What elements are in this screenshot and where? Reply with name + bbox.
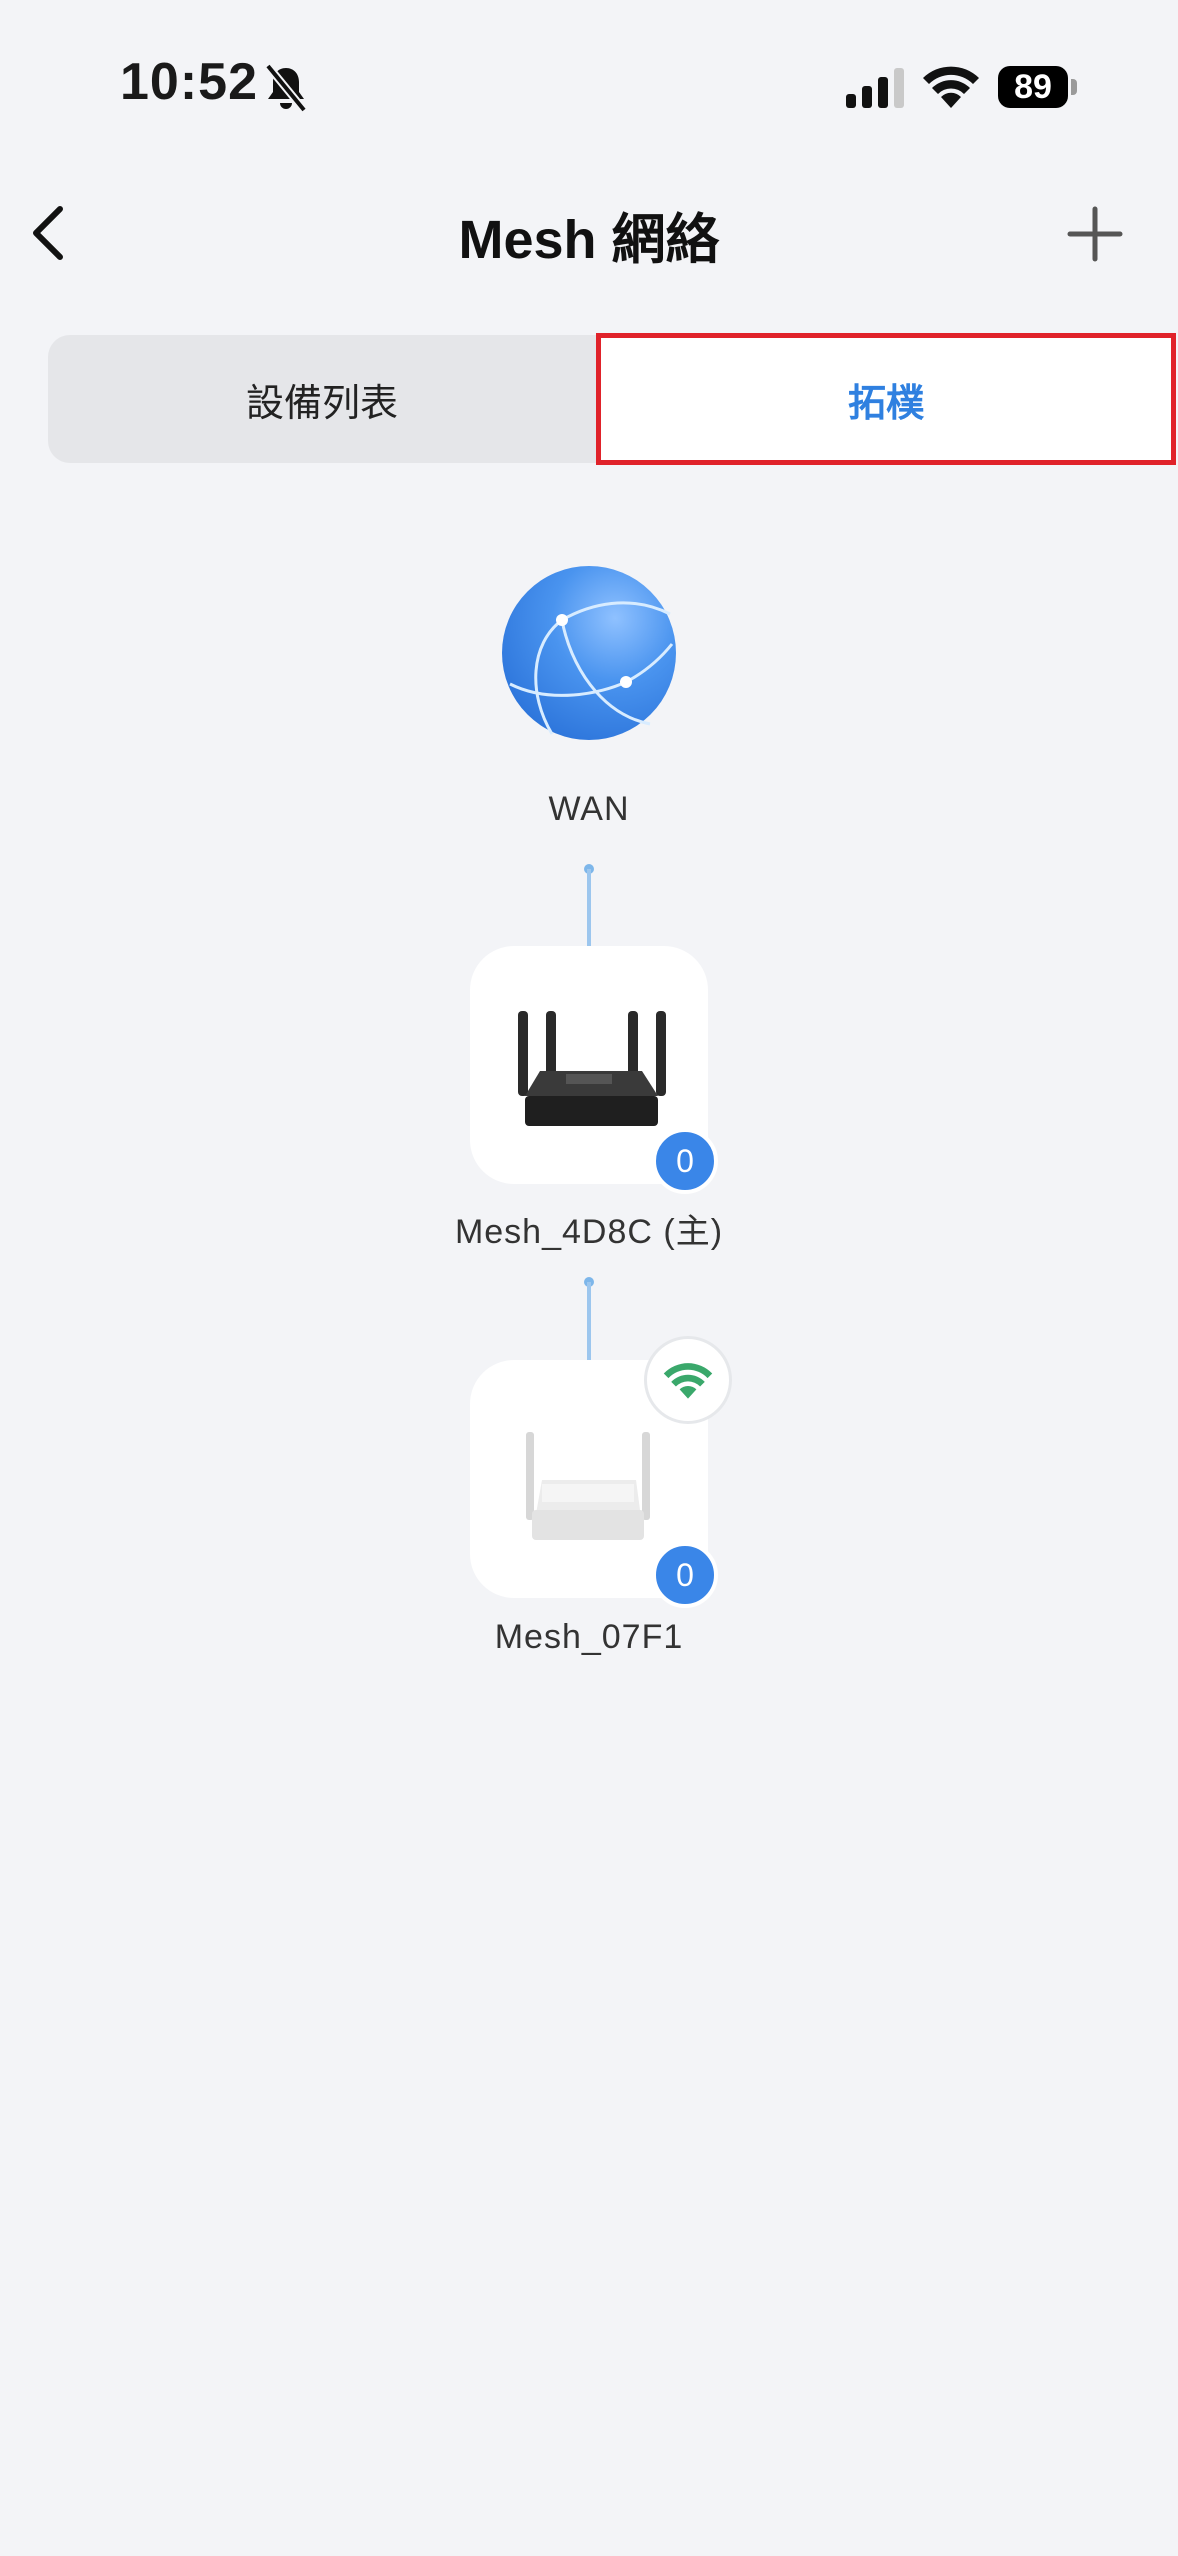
status-time: 10:52	[120, 53, 258, 111]
globe-icon[interactable]	[500, 564, 678, 742]
wan-label: WAN	[548, 790, 630, 828]
status-bar: 10:52 89	[0, 0, 1178, 175]
device-card-mesh-4d8c[interactable]: 0	[470, 946, 718, 1194]
device-label-mesh-07f1: Mesh_07F1	[494, 1618, 684, 1656]
wifi-icon	[923, 66, 979, 108]
tab-device-list[interactable]: 設備列表	[48, 335, 596, 463]
bell-slash-icon	[264, 63, 308, 113]
device-label-mesh-4d8c: Mesh_4D8C (主)	[454, 1213, 724, 1251]
battery-cap	[1071, 79, 1077, 95]
nav-header: Mesh 網絡	[0, 175, 1178, 285]
battery-icon: 89	[998, 66, 1080, 108]
page-title: Mesh 網絡	[458, 210, 720, 270]
plus-icon[interactable]	[1060, 193, 1130, 273]
cellular-signal-icon	[846, 68, 904, 108]
view-segmented-control: 設備列表 拓樸	[48, 333, 1176, 465]
client-count-badge: 0	[652, 1542, 718, 1608]
client-count-badge: 0	[652, 1128, 718, 1194]
wifi-connection-icon	[644, 1336, 732, 1424]
tab-topology[interactable]: 拓樸	[596, 333, 1176, 465]
battery-level: 89	[998, 66, 1068, 108]
